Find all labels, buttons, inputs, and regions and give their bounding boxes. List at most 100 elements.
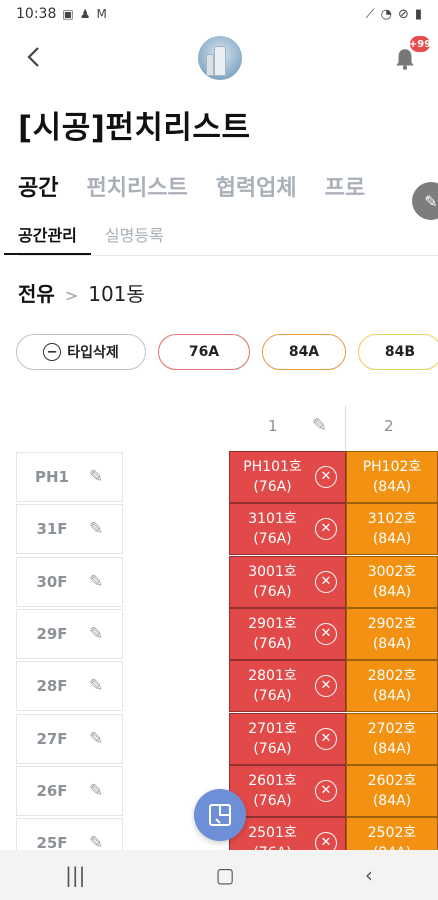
unit-type: (84A) (372, 635, 412, 652)
unit-type: (76A) (230, 843, 315, 850)
floor-name: 30F (36, 572, 68, 591)
tab-project[interactable]: 프로 (325, 170, 365, 202)
system-nav-bar: ||| ▢ ‹ (0, 850, 438, 900)
unit-number: 2602호 (367, 772, 417, 789)
floor-label: 26F ✎ (16, 765, 123, 816)
unit-type: (84A) (347, 843, 437, 850)
unit-type: (76A) (253, 583, 292, 600)
unit-cell[interactable]: 2901호 (76A) ✕ (229, 607, 346, 660)
breadcrumb-root[interactable]: 전유 (18, 278, 55, 307)
floor-label: 28F ✎ (16, 661, 123, 712)
wifi-icon: ◔ (380, 6, 392, 22)
unit-cell[interactable]: 2602호 (84A) (346, 764, 438, 817)
unit-number: 3101호 (248, 511, 297, 528)
type-chips: − 타입삭제 76A 84A 84B (16, 334, 438, 370)
unit-number: PH101호 (243, 459, 302, 475)
remove-circle-icon[interactable]: ✕ (315, 832, 337, 850)
unit-number: 2601호 (248, 772, 297, 789)
type-chip-84b[interactable]: 84B (358, 334, 438, 370)
image-icon: ▣ (62, 7, 74, 21)
floor-label: 25F ✎ (16, 818, 123, 850)
unit-number: 2702호 (367, 720, 417, 737)
unit-number: 2701호 (248, 720, 297, 737)
unit-cell[interactable]: 2801호 (76A) ✕ (229, 660, 346, 713)
pencil-icon: ✎ (424, 191, 438, 211)
chevron-left-icon (27, 47, 39, 67)
breadcrumb-current[interactable]: 101동 (88, 278, 145, 307)
pencil-icon[interactable]: ✎ (89, 519, 103, 539)
mail-icon: M (96, 7, 107, 21)
floor-label: PH1 ✎ (16, 452, 123, 502)
unit-cell[interactable]: 3101호 (76A) ✕ (229, 503, 346, 556)
floor-label: 27F ✎ (16, 713, 123, 764)
remove-circle-icon[interactable]: ✕ (315, 675, 337, 698)
floor-plan-button[interactable] (194, 789, 246, 841)
unit-cell[interactable]: PH101호 (76A) ✕ (229, 451, 346, 503)
unit-type: (84A) (372, 740, 412, 757)
system-back-icon[interactable]: ‹ (365, 863, 373, 887)
floor-label: 31F ✎ (16, 504, 123, 555)
remove-circle-icon[interactable]: ✕ (315, 570, 337, 593)
unit-number: 3002호 (367, 563, 417, 580)
unit-type: (84A) (372, 479, 412, 495)
unit-cell[interactable]: 2701호 (76A) ✕ (229, 712, 346, 765)
remove-circle-icon[interactable]: ✕ (315, 727, 337, 750)
unit-grid: 1 ✎ 2 PH1 ✎ PH101호 (76A) ✕ PH102호 (84A) 31F ✎ 310… (0, 405, 438, 850)
page-title: [시공]펀치리스트 (18, 110, 251, 146)
unit-cell[interactable]: 2601호 (76A) ✕ (229, 764, 346, 817)
pencil-icon[interactable]: ✎ (312, 415, 327, 436)
unit-cell[interactable]: 2802호 (84A) (346, 660, 438, 713)
remove-circle-icon[interactable]: ✕ (315, 622, 337, 645)
unit-cell[interactable]: 2902호 (84A) (346, 607, 438, 660)
dnd-icon: ⊘ (397, 6, 409, 22)
pencil-icon[interactable]: ✎ (89, 572, 103, 592)
tab-punchlist[interactable]: 펀치리스트 (86, 170, 187, 202)
tab-partners[interactable]: 협력업체 (216, 170, 297, 202)
pencil-icon[interactable]: ✎ (89, 833, 103, 850)
battery-icon: ▮ (414, 6, 422, 22)
floor-name: 28F (36, 677, 68, 696)
pencil-icon[interactable]: ✎ (89, 467, 103, 487)
unit-number: 3001호 (248, 563, 297, 580)
floor-name: PH1 (35, 468, 69, 486)
pencil-icon[interactable]: ✎ (89, 624, 103, 644)
unit-number: PH102호 (362, 459, 422, 475)
tab-space[interactable]: 공간 (18, 170, 58, 202)
unit-cell[interactable]: 2702호 (84A) (346, 712, 438, 765)
person-icon: ♟ (79, 7, 91, 21)
notification-badge: +99 (408, 34, 432, 54)
unit-cell[interactable]: PH102호 (84A) (346, 451, 438, 503)
floor-name: 25F (36, 834, 68, 850)
pencil-icon[interactable]: ✎ (89, 729, 103, 749)
breadcrumb-separator: > (64, 286, 79, 305)
subtab-space-management[interactable]: 공간관리 (4, 212, 91, 255)
pencil-icon[interactable]: ✎ (89, 781, 103, 801)
subtab-name-registration[interactable]: 실명등록 (91, 212, 178, 255)
unit-cell[interactable]: 3002호 (84A) (346, 555, 438, 608)
delete-type-chip[interactable]: − 타입삭제 (16, 334, 146, 370)
unit-type: (84A) (372, 531, 412, 548)
remove-circle-icon[interactable]: ✕ (315, 518, 337, 541)
unit-cell[interactable]: 3102호 (84A) (346, 503, 438, 556)
remove-circle-icon[interactable]: ✕ (315, 779, 337, 802)
pencil-icon[interactable]: ✎ (89, 676, 103, 696)
project-avatar[interactable] (198, 36, 242, 80)
top-app-bar: +99 (0, 30, 438, 88)
home-icon[interactable]: ▢ (216, 863, 235, 887)
remove-circle-icon[interactable]: ✕ (315, 466, 337, 488)
layout-icon (209, 804, 231, 826)
unit-cell[interactable]: 2502호(84A) (346, 817, 438, 850)
recent-apps-icon[interactable]: ||| (65, 863, 85, 887)
unit-number: 2802호 (367, 668, 417, 685)
type-chip-76a[interactable]: 76A (158, 334, 250, 370)
delete-type-label: 타입삭제 (67, 345, 119, 361)
type-chip-84a[interactable]: 84A (262, 334, 346, 370)
unit-cell[interactable]: 3001호 (76A) ✕ (229, 555, 346, 608)
back-button[interactable] (18, 42, 48, 72)
sub-tabs: 공간관리 실명등록 (4, 212, 438, 256)
unit-type: (84A) (372, 792, 412, 809)
unit-type: (84A) (372, 583, 412, 600)
column-header-1: 1 (268, 417, 278, 435)
unit-cell[interactable]: 2501호(76A)✕ (229, 817, 346, 850)
floor-label: 30F ✎ (16, 556, 123, 607)
